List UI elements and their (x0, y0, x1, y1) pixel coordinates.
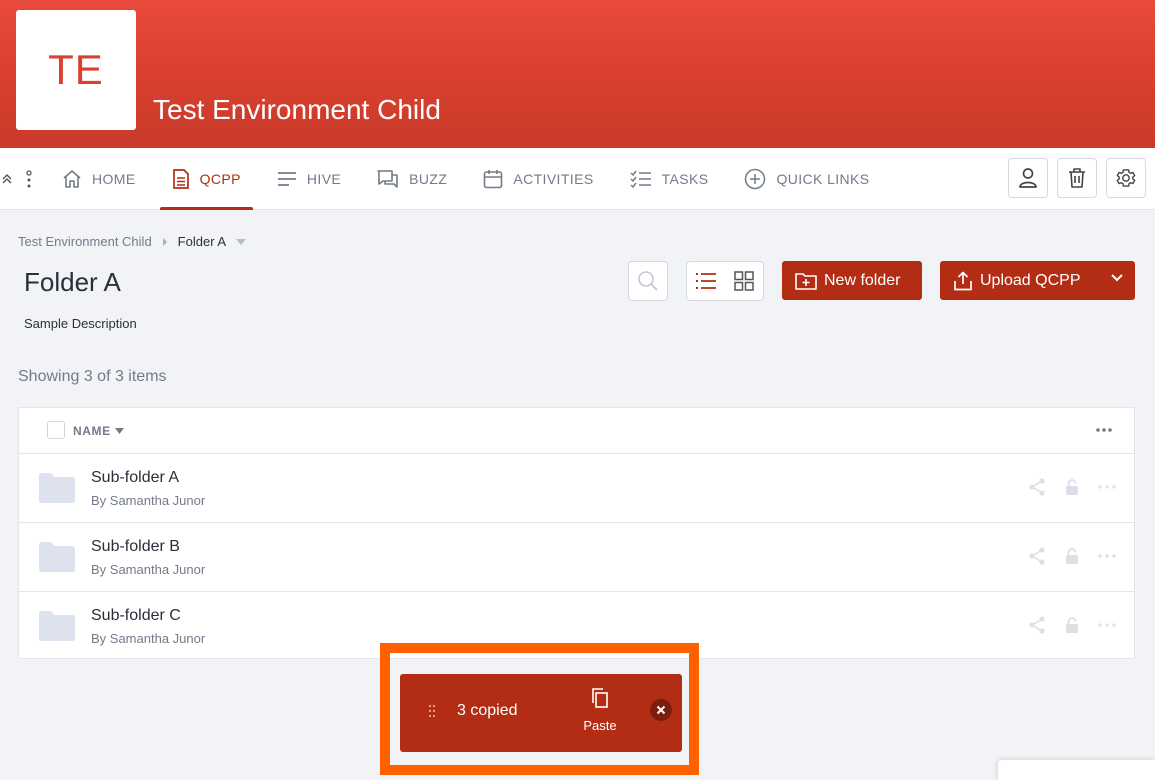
nav-activities-label: ACTIVITIES (513, 171, 594, 187)
list-view-button[interactable] (687, 262, 725, 300)
row-name[interactable]: Sub-folder C (91, 607, 181, 625)
row-name[interactable]: Sub-folder B (91, 538, 180, 556)
nav-hive[interactable]: HIVE (259, 148, 359, 210)
upload-label: Upload QCPP (980, 271, 1081, 289)
name-column-header[interactable]: NAME (73, 424, 124, 438)
site-title: Test Environment Child (153, 94, 441, 125)
nav-qcpp[interactable]: QCPP (154, 148, 259, 210)
upload-button[interactable]: Upload QCPP (940, 261, 1135, 300)
page-description: Sample Description (24, 316, 137, 331)
search-icon (638, 271, 658, 291)
copied-count: 3 copied (457, 702, 518, 719)
nav-quick-links-label: QUICK LINKS (776, 171, 870, 187)
home-icon (63, 170, 81, 188)
close-icon (656, 705, 666, 715)
folder-plus-icon (795, 272, 817, 290)
close-toast-button[interactable] (650, 699, 672, 721)
breadcrumb-current: Folder A (177, 234, 227, 249)
share-icon[interactable] (1028, 547, 1046, 565)
lock-icon[interactable] (1065, 548, 1079, 564)
checklist-icon (630, 170, 651, 188)
document-icon (172, 169, 189, 189)
folder-icon (39, 542, 75, 572)
new-folder-label: New folder (824, 271, 901, 289)
upload-icon (954, 271, 972, 290)
drag-handle-icon[interactable] (428, 704, 436, 718)
site-logo-text: TE (48, 46, 104, 93)
paste-label: Paste (583, 718, 617, 733)
nav-hive-label: HIVE (306, 171, 342, 187)
calendar-icon (484, 170, 503, 189)
folder-table: NAME Sub-folder A By Samantha Junor Sub-… (18, 407, 1135, 659)
lock-icon[interactable] (1065, 617, 1079, 633)
site-banner: TE Test Environment Child (0, 0, 1155, 148)
paste-icon (592, 688, 608, 708)
nav-buzz[interactable]: BUZZ (359, 148, 465, 210)
select-all-checkbox[interactable] (47, 421, 65, 439)
lock-icon[interactable] (1065, 479, 1079, 495)
main-navbar: HOME QCPP HIVE BUZZ ACTIVITIES TASKS QUI… (0, 148, 1155, 210)
nav-quick-links[interactable]: QUICK LINKS (726, 148, 887, 210)
row-more-icon[interactable] (1098, 623, 1116, 627)
share-icon[interactable] (1028, 616, 1046, 634)
lines-icon (277, 172, 296, 186)
nav-tasks[interactable]: TASKS (612, 148, 727, 210)
user-icon (1019, 168, 1037, 188)
share-icon[interactable] (1028, 478, 1046, 496)
caret-down-icon[interactable] (236, 238, 247, 245)
plus-circle-icon (745, 168, 766, 190)
copy-toast: 3 copied Paste (400, 674, 682, 752)
row-owner: By Samantha Junor (91, 493, 206, 508)
profile-button[interactable] (1008, 158, 1048, 198)
row-name[interactable]: Sub-folder A (91, 469, 179, 487)
folder-icon (39, 611, 75, 641)
nav-activities[interactable]: ACTIVITIES (465, 148, 611, 210)
chat-icon (377, 170, 398, 188)
nav-qcpp-label: QCPP (199, 171, 241, 187)
table-row[interactable]: Sub-folder B By Samantha Junor (19, 523, 1134, 592)
sort-caret-icon (114, 428, 124, 434)
chevron-down-icon[interactable] (1111, 274, 1123, 282)
paste-button[interactable]: Paste (578, 688, 622, 733)
nav-tasks-label: TASKS (661, 171, 709, 187)
kebab-icon[interactable] (14, 148, 44, 210)
collapse-icon[interactable] (0, 148, 14, 210)
name-column-label: NAME (73, 424, 111, 438)
corner-panel[interactable] (998, 760, 1155, 780)
row-more-icon[interactable] (1098, 554, 1116, 558)
breadcrumb: Test Environment Child Folder A (18, 234, 247, 249)
nav-home-label: HOME (92, 171, 136, 187)
item-count: Showing 3 of 3 items (18, 368, 167, 385)
table-row[interactable]: Sub-folder A By Samantha Junor (19, 454, 1134, 523)
new-folder-button[interactable]: New folder (782, 261, 922, 300)
trash-icon (1069, 168, 1085, 188)
page-title: Folder A (24, 267, 121, 297)
nav-home[interactable]: HOME (44, 148, 154, 210)
folder-icon (39, 473, 75, 503)
gear-icon (1116, 169, 1136, 187)
site-logo[interactable]: TE (16, 10, 136, 130)
view-toggle (686, 261, 764, 301)
row-owner: By Samantha Junor (91, 562, 206, 577)
row-owner: By Samantha Junor (91, 631, 206, 646)
settings-button[interactable] (1106, 158, 1146, 198)
recycle-bin-button[interactable] (1057, 158, 1097, 198)
table-header: NAME (19, 408, 1134, 454)
list-icon (696, 273, 716, 289)
breadcrumb-parent[interactable]: Test Environment Child (18, 234, 152, 249)
more-options-icon[interactable] (1096, 428, 1112, 432)
nav-buzz-label: BUZZ (409, 171, 448, 187)
chevron-right-icon (162, 237, 167, 246)
grid-view-button[interactable] (725, 262, 763, 300)
grid-icon (734, 271, 754, 291)
search-button[interactable] (628, 261, 668, 301)
row-more-icon[interactable] (1098, 485, 1116, 489)
